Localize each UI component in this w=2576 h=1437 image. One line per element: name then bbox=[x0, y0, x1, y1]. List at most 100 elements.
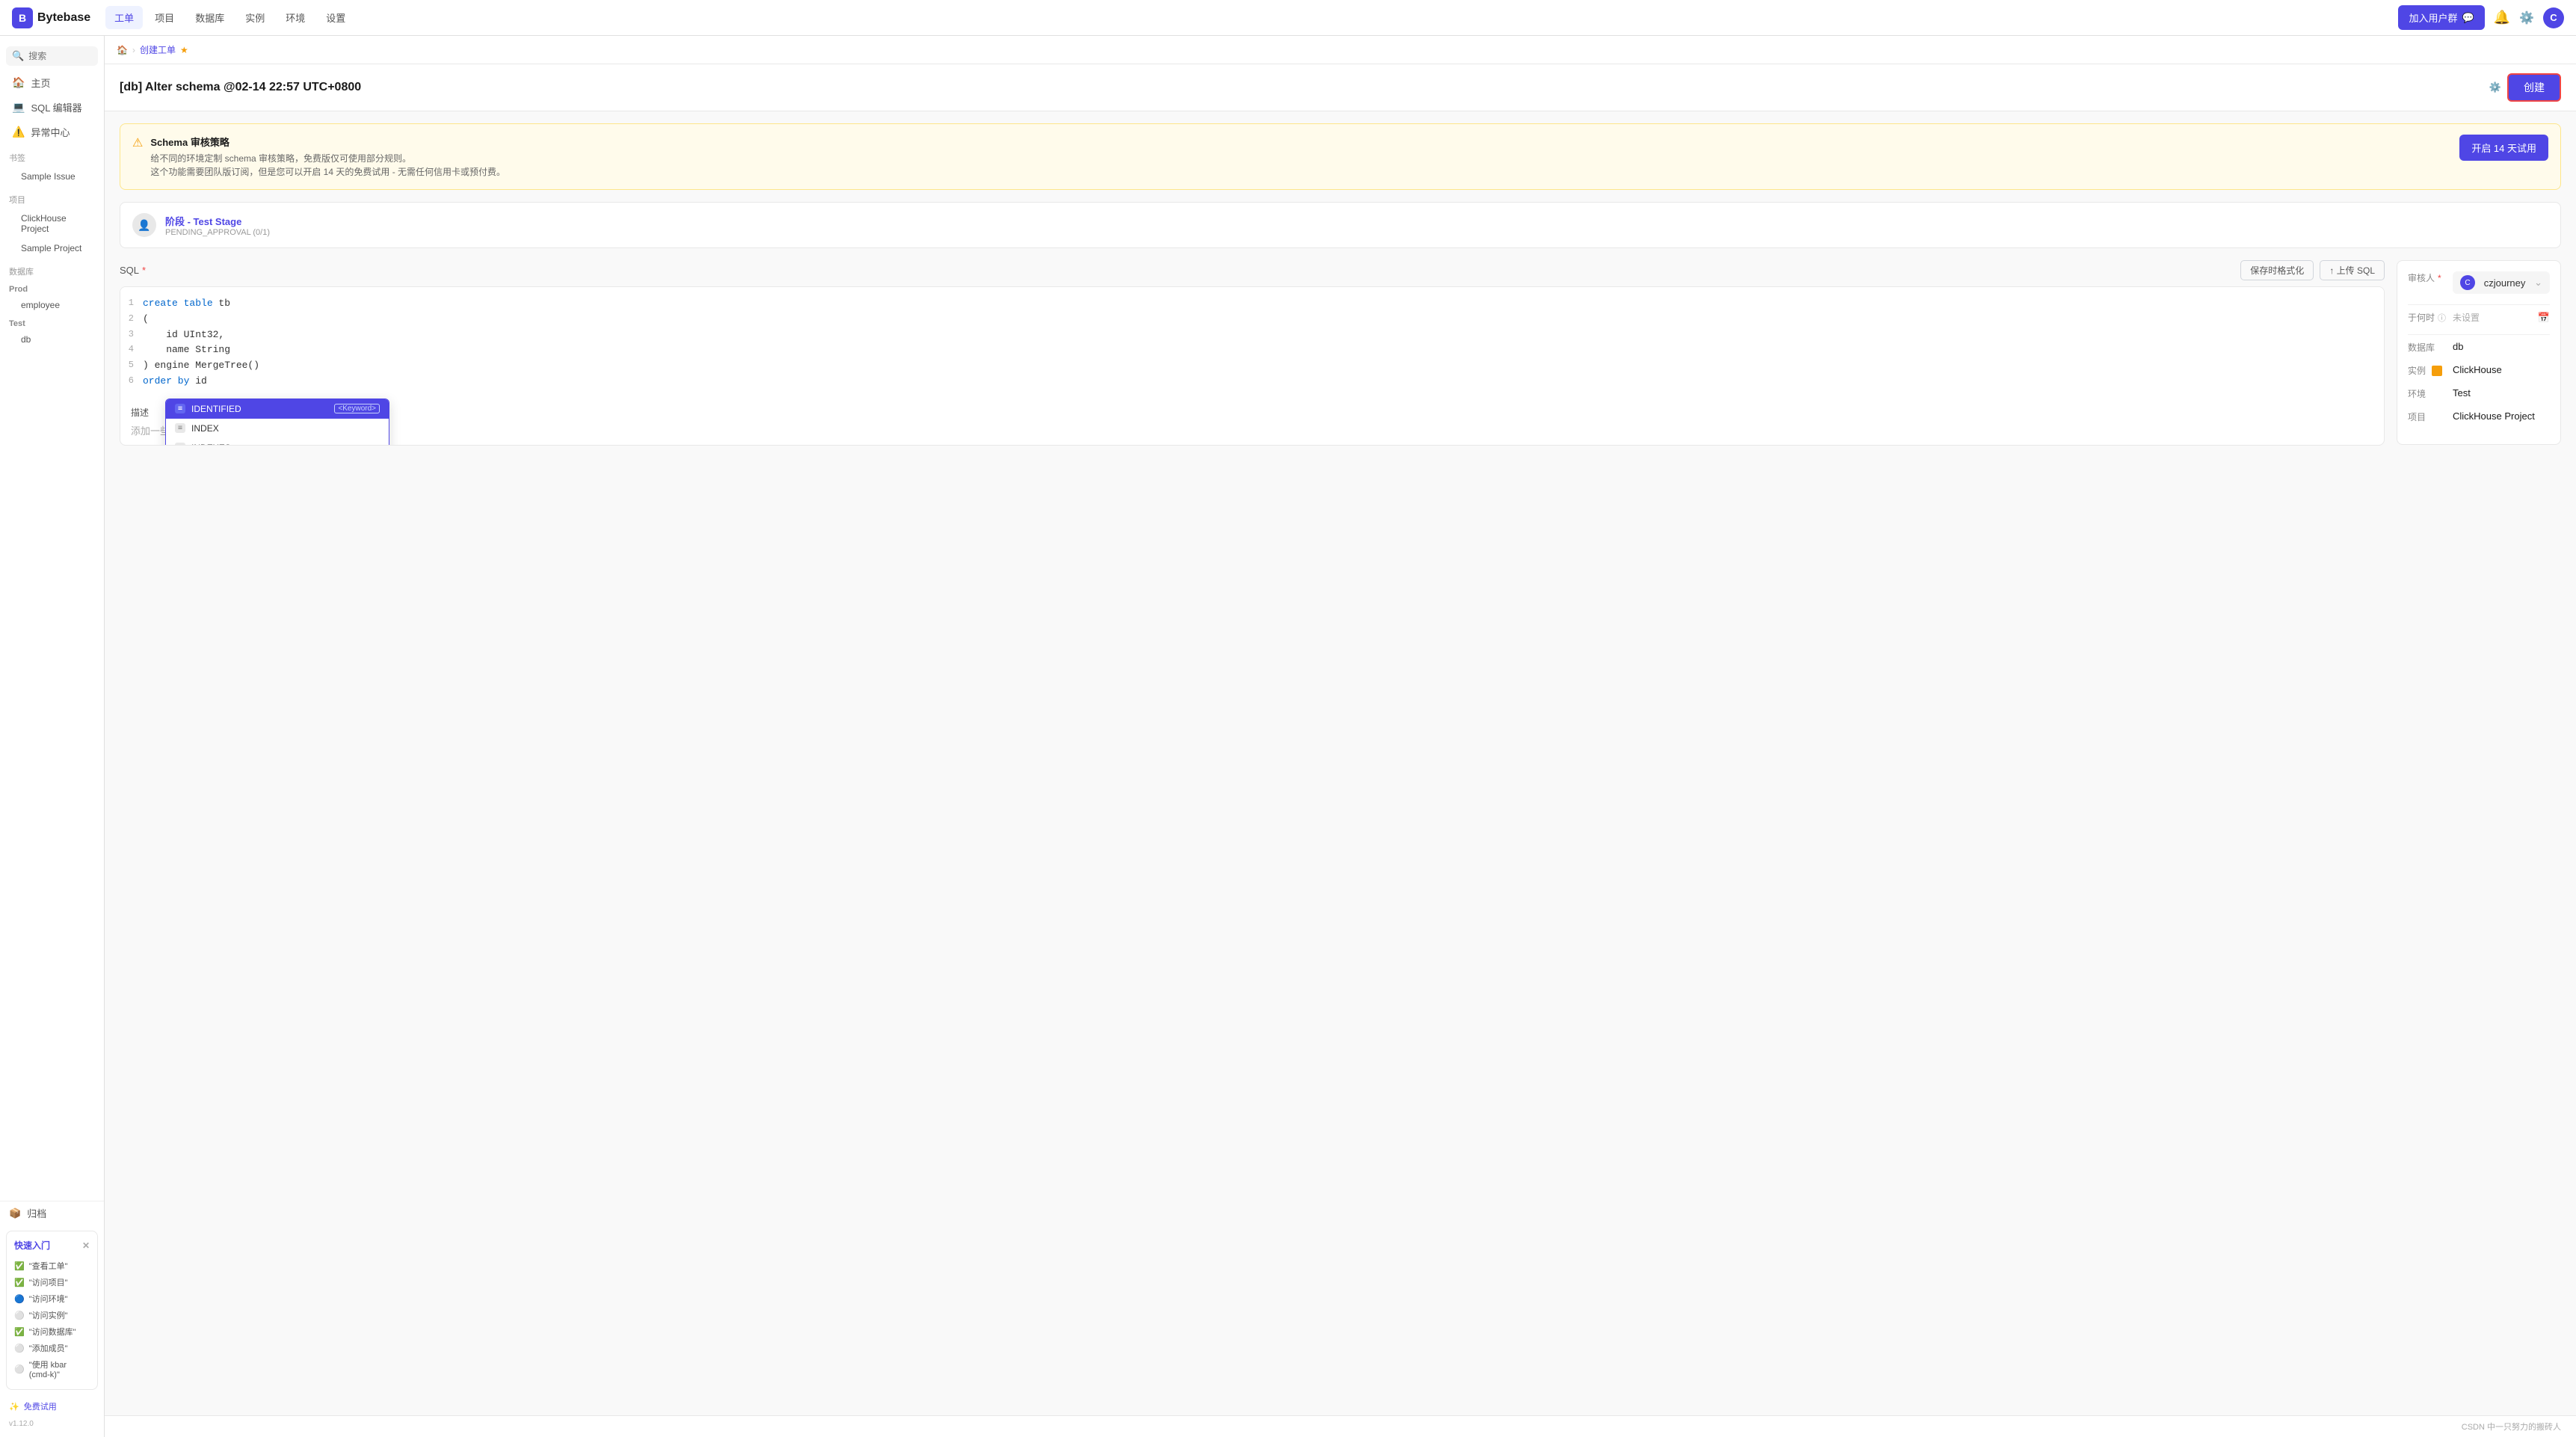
upload-sql-button[interactable]: ↑ 上传 SQL bbox=[2320, 260, 2385, 280]
search-box[interactable]: 🔍 ⌘K bbox=[6, 46, 98, 66]
code-line-3: 3 id UInt32, bbox=[120, 327, 2384, 343]
nav-gongdan[interactable]: 工单 bbox=[105, 6, 143, 29]
trial-button[interactable]: 开启 14 天试用 bbox=[2459, 135, 2548, 161]
topnav-right: 加入用户群 💬 🔔 ⚙️ C bbox=[2398, 5, 2564, 30]
free-trial-icon: ✨ bbox=[9, 1402, 19, 1412]
quick-start-item-6[interactable]: ⚪ "添加成员" bbox=[14, 1340, 90, 1356]
quick-start-item-5[interactable]: ✅ "访问数据库" bbox=[14, 1323, 90, 1340]
database-row: 数据库 db bbox=[2408, 341, 2550, 354]
check-icon-2: ✅ bbox=[14, 1278, 25, 1287]
quick-start-item-7[interactable]: ⚪ "使用 kbar (cmd-k)" bbox=[14, 1356, 90, 1382]
ac-item-identified[interactable]: ≡ IDENTIFIED <Keyword> bbox=[166, 399, 389, 419]
stage-title[interactable]: 阶段 - Test Stage bbox=[165, 214, 2548, 228]
sql-label: SQL * bbox=[120, 265, 146, 276]
reviewer-avatar: C bbox=[2460, 275, 2475, 290]
sidebar-item-anomaly[interactable]: ⚠️ 异常中心 bbox=[3, 120, 101, 144]
app-name: Bytebase bbox=[37, 11, 90, 25]
project-label: 项目 bbox=[2408, 410, 2453, 423]
code-line-5: 5 ) engine MergeTree() bbox=[120, 358, 2384, 374]
environment-value: Test bbox=[2453, 387, 2550, 399]
sidebar-db-employee[interactable]: employee bbox=[3, 296, 101, 314]
code-line-1: 1 create table tb bbox=[120, 296, 2384, 312]
settings-small-icon[interactable]: ⚙️ bbox=[2519, 10, 2534, 25]
logo-icon: B bbox=[12, 7, 33, 28]
sidebar-bookmark-sample[interactable]: Sample Issue bbox=[3, 167, 101, 185]
top-navigation: B Bytebase 工单 项目 数据库 实例 环境 设置 加入用户群 💬 🔔 … bbox=[0, 0, 2576, 36]
archive-label: 归档 bbox=[27, 1206, 46, 1220]
quick-start-close-icon[interactable]: ✕ bbox=[82, 1240, 90, 1251]
sidebar-db-db[interactable]: db bbox=[3, 330, 101, 348]
free-trial-item[interactable]: ✨ 免费试用 bbox=[0, 1396, 104, 1417]
when-label: 于何时 ⓘ bbox=[2408, 311, 2453, 324]
quick-start-label-2: "访问项目" bbox=[29, 1276, 68, 1288]
content-area: 🏠 › 创建工单 ★ [db] Alter schema @02-14 22:5… bbox=[105, 36, 2576, 1437]
home-breadcrumb-icon[interactable]: 🏠 bbox=[117, 45, 128, 55]
home-icon: 🏠 bbox=[12, 76, 25, 89]
quick-start-label-3: "访问环境" bbox=[29, 1293, 68, 1305]
calendar-icon[interactable]: 📅 bbox=[2538, 312, 2550, 324]
quick-start-item-2[interactable]: ✅ "访问项目" bbox=[14, 1274, 90, 1290]
sidebar-item-home[interactable]: 🏠 主页 bbox=[3, 71, 101, 94]
sidebar: 🔍 ⌘K 🏠 主页 💻 SQL 编辑器 ⚠️ 异常中心 书签 Sample Is… bbox=[0, 36, 105, 1437]
sidebar-item-sql-editor[interactable]: 💻 SQL 编辑器 bbox=[3, 96, 101, 119]
save-format-button[interactable]: 保存时格式化 bbox=[2240, 260, 2314, 280]
policy-warning-icon: ⚠ bbox=[132, 135, 143, 179]
description-label: 描述 bbox=[131, 406, 2373, 419]
sidebar-project-sample[interactable]: Sample Project bbox=[3, 239, 101, 257]
ac-item-index[interactable]: ≡ INDEX bbox=[166, 419, 389, 438]
sql-toolbar: 保存时格式化 ↑ 上传 SQL bbox=[2240, 260, 2385, 280]
policy-banner-left: ⚠ Schema 审核策略 给不同的环境定制 schema 审核策略，免费版仅可… bbox=[132, 135, 505, 179]
quick-start-item-3[interactable]: 🔵 "访问环境" bbox=[14, 1290, 90, 1307]
nav-xiangmu[interactable]: 项目 bbox=[146, 6, 183, 29]
search-input[interactable] bbox=[28, 51, 105, 61]
code-line-4: 4 name String bbox=[120, 342, 2384, 358]
when-row: 于何时 ⓘ 未设置 📅 bbox=[2408, 311, 2550, 324]
join-group-button[interactable]: 加入用户群 💬 bbox=[2398, 5, 2484, 30]
sidebar-sql-label: SQL 编辑器 bbox=[31, 100, 81, 114]
favorite-star-icon[interactable]: ★ bbox=[180, 45, 188, 55]
stage-status: PENDING_APPROVAL (0/1) bbox=[165, 228, 2548, 237]
nav-shujuku[interactable]: 数据库 bbox=[186, 6, 233, 29]
ac-icon-identified: ≡ bbox=[175, 404, 185, 413]
right-panel: 审核人 * C czjourney ⌄ 于何时 bbox=[2397, 260, 2561, 445]
ac-icon-indexes: ≡ bbox=[175, 443, 185, 446]
user-avatar[interactable]: C bbox=[2543, 7, 2564, 28]
divider-2 bbox=[2408, 334, 2550, 335]
instance-type-icon bbox=[2432, 366, 2442, 376]
content-body: ⚠ Schema 审核策略 给不同的环境定制 schema 审核策略，免费版仅可… bbox=[105, 111, 2576, 1415]
chat-icon: 💬 bbox=[2462, 12, 2474, 24]
settings-icon[interactable]: ⚙️ bbox=[2489, 81, 2501, 93]
notifications-icon[interactable]: 🔔 bbox=[2494, 10, 2510, 25]
policy-desc-1: 给不同的环境定制 schema 审核策略，免费版仅可使用部分规则。 bbox=[150, 152, 505, 165]
policy-banner-content: Schema 审核策略 给不同的环境定制 schema 审核策略，免费版仅可使用… bbox=[150, 135, 505, 179]
quick-start-label-1: "查看工单" bbox=[29, 1260, 68, 1272]
quick-start-panel: 快速入门 ✕ ✅ "查看工单" ✅ "访问项目" 🔵 "访问环境" ⚪ "访问实… bbox=[6, 1231, 98, 1390]
quick-start-item-1[interactable]: ✅ "查看工单" bbox=[14, 1258, 90, 1274]
sql-editor-container[interactable]: 1 create table tb 2 ( 3 id UInt32, bbox=[120, 286, 2385, 446]
app-logo[interactable]: B Bytebase bbox=[12, 7, 90, 28]
description-input[interactable]: 添加一些描述... bbox=[131, 423, 2373, 437]
nav-huanjing[interactable]: 环境 bbox=[277, 6, 314, 29]
create-button[interactable]: 创建 bbox=[2507, 73, 2561, 102]
quick-start-item-4[interactable]: ⚪ "访问实例" bbox=[14, 1307, 90, 1323]
description-section: 描述 添加一些描述... bbox=[120, 399, 2384, 445]
sidebar-project-clickhouse[interactable]: ClickHouse Project bbox=[3, 209, 101, 238]
db-group-test: Test bbox=[0, 315, 104, 330]
sidebar-anomaly-label: 异常中心 bbox=[31, 125, 70, 139]
when-value-container: 未设置 📅 bbox=[2453, 311, 2550, 324]
reviewer-row: 审核人 * C czjourney ⌄ bbox=[2408, 271, 2550, 294]
version-label: v1.12.0 bbox=[0, 1417, 104, 1431]
sidebar-archive[interactable]: 📦 归档 bbox=[0, 1201, 104, 1225]
archive-icon: 📦 bbox=[9, 1207, 21, 1219]
reviewer-select[interactable]: C czjourney ⌄ bbox=[2453, 271, 2550, 294]
quick-start-label-4: "访问实例" bbox=[29, 1309, 68, 1321]
nav-shezhi[interactable]: 设置 bbox=[317, 6, 354, 29]
code-editor[interactable]: 1 create table tb 2 ( 3 id UInt32, bbox=[120, 287, 2384, 399]
dot-icon-7: ⚪ bbox=[14, 1364, 25, 1374]
main-layout: 🔍 ⌘K 🏠 主页 💻 SQL 编辑器 ⚠️ 异常中心 书签 Sample Is… bbox=[0, 36, 2576, 1437]
policy-title: Schema 审核策略 bbox=[150, 135, 505, 149]
nav-shili[interactable]: 实例 bbox=[236, 6, 274, 29]
quick-start-label-7: "使用 kbar (cmd-k)" bbox=[29, 1358, 90, 1379]
environment-row: 环境 Test bbox=[2408, 387, 2550, 400]
ac-item-indexes[interactable]: ≡ INDEXES bbox=[166, 438, 389, 446]
